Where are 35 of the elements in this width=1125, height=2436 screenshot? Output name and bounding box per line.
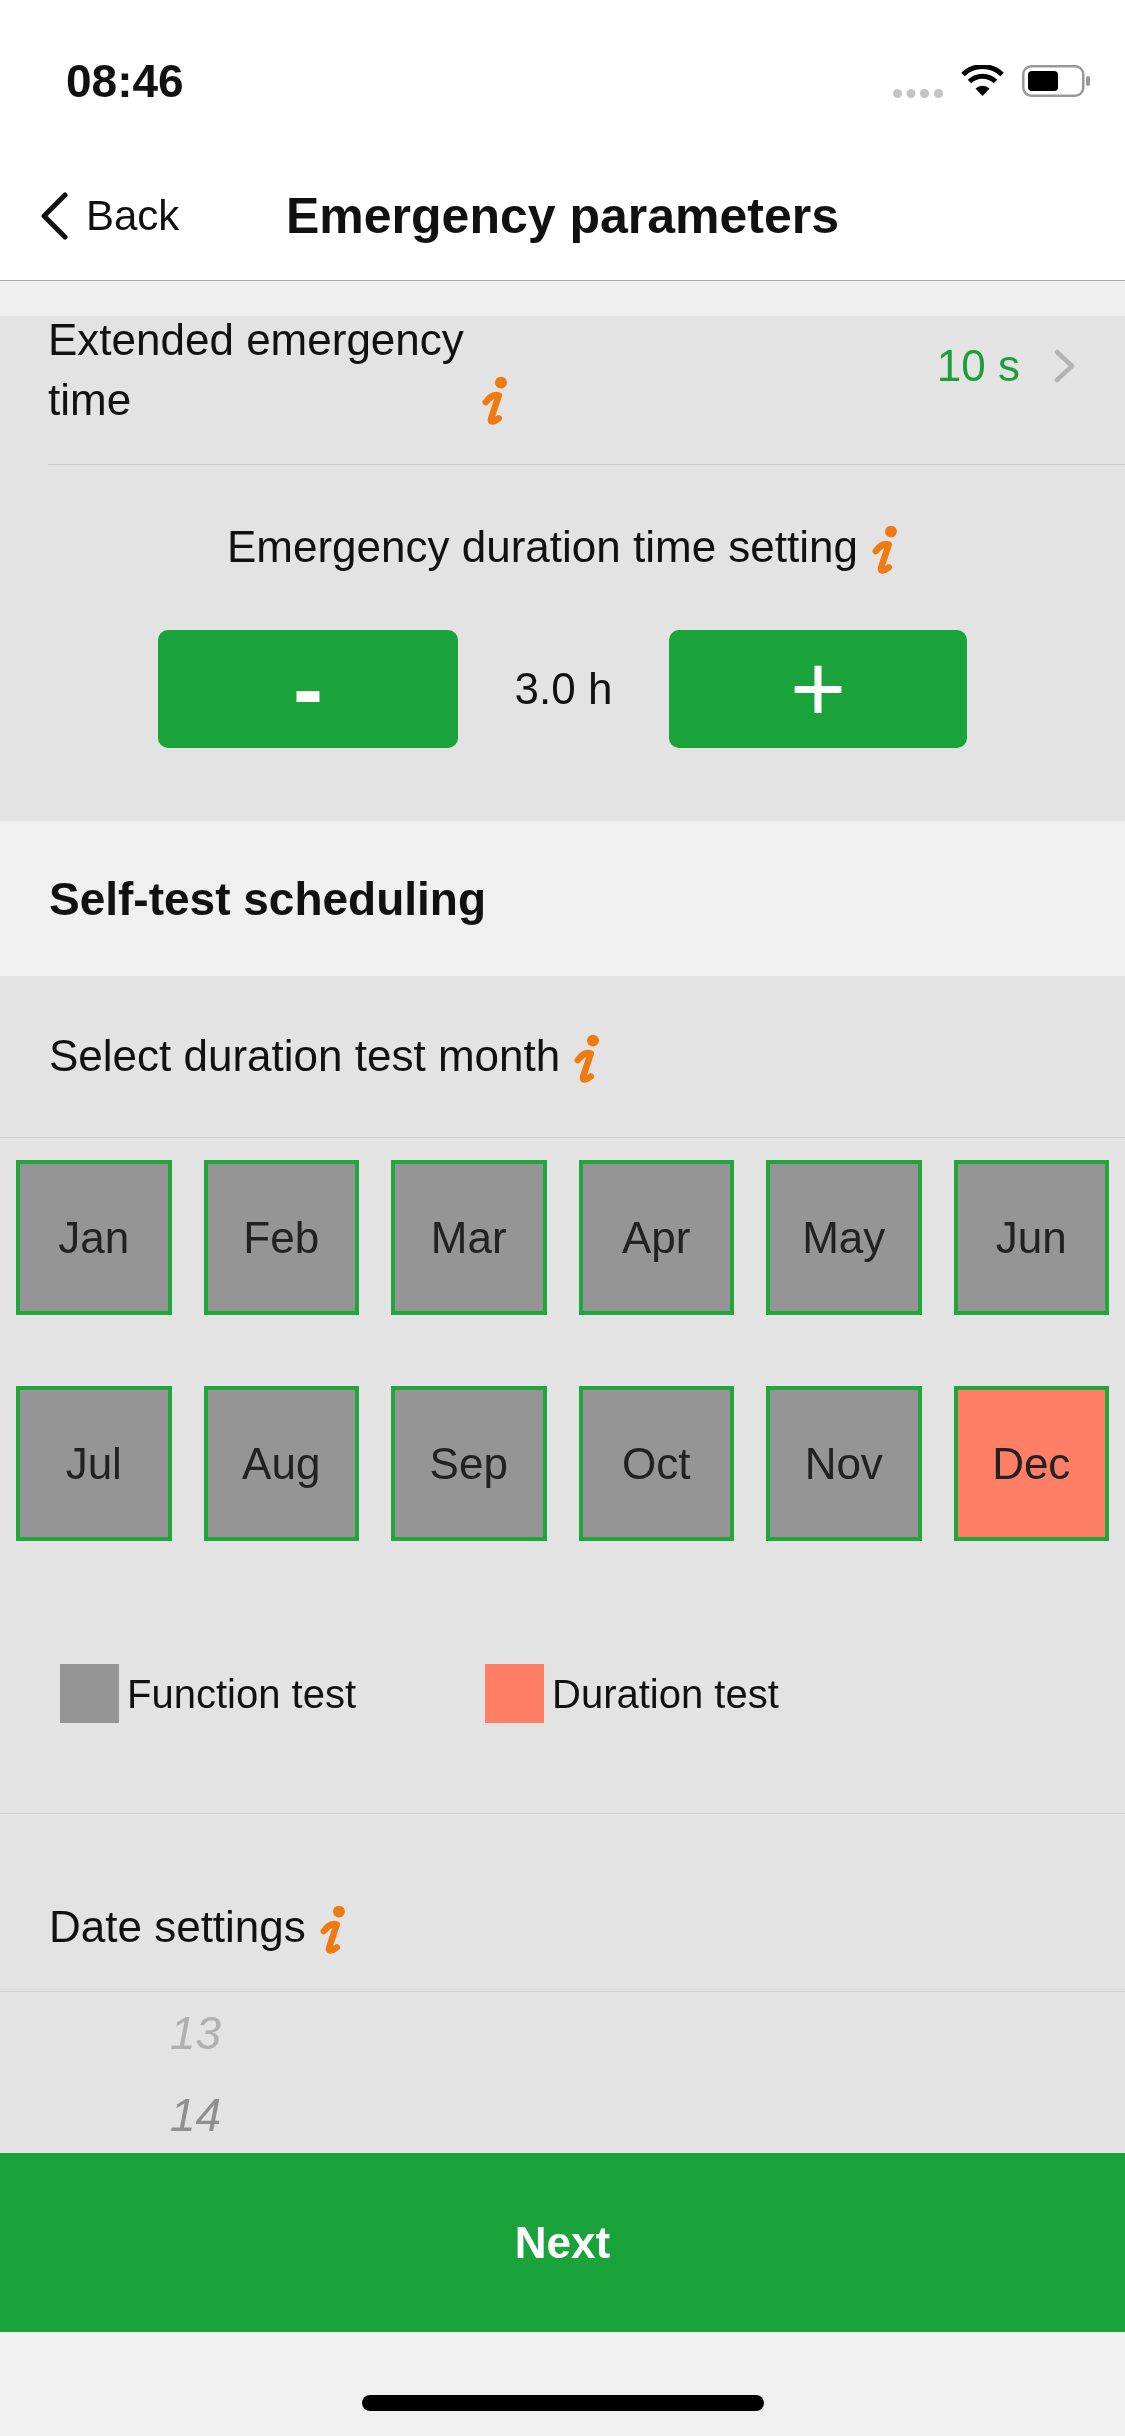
value-selector[interactable]: 10 s <box>936 344 1076 388</box>
duration-value: 3.0 h <box>513 667 614 712</box>
back-button[interactable]: Back <box>40 192 180 240</box>
legend-label: Function test <box>127 1673 356 1714</box>
battery-icon <box>1022 65 1090 97</box>
date-settings-label: Date settings <box>49 1902 306 1951</box>
screen-title: Emergency parameters <box>285 191 840 241</box>
month-tile[interactable]: Sep <box>391 1386 547 1541</box>
info-icon[interactable] <box>319 1905 346 1956</box>
month-tile[interactable]: Aug <box>203 1386 359 1541</box>
month-tile[interactable]: Oct <box>578 1386 734 1541</box>
month-tile[interactable]: Apr <box>578 1160 734 1315</box>
month-tile[interactable]: Dec <box>953 1386 1109 1541</box>
info-icon[interactable] <box>574 1034 601 1085</box>
month-tile[interactable]: Mar <box>391 1160 547 1315</box>
month-prompt-label: Select duration test month <box>49 1030 561 1080</box>
chevron-right-icon <box>1054 349 1076 383</box>
month-tile[interactable]: May <box>766 1160 922 1315</box>
month-tile[interactable]: Feb <box>203 1160 359 1315</box>
info-icon[interactable] <box>482 376 508 426</box>
next-button[interactable]: Next <box>0 2153 1125 2332</box>
setting-label: Emergency duration time setting <box>227 522 858 571</box>
chevron-left-icon <box>40 192 68 240</box>
setting-label: Extended emergency time <box>48 314 465 426</box>
decrease-button[interactable]: - <box>158 630 458 749</box>
status-time: 08:46 <box>66 58 184 104</box>
legend-label: Duration test <box>552 1673 779 1714</box>
month-tile[interactable]: Jul <box>16 1386 172 1541</box>
signal-dots-icon <box>893 88 943 98</box>
month-tile[interactable]: Jun <box>953 1160 1109 1315</box>
month-tile[interactable]: Jan <box>16 1160 172 1315</box>
increase-button[interactable]: + <box>669 630 967 749</box>
month-tile[interactable]: Nov <box>766 1386 922 1541</box>
info-icon[interactable] <box>872 525 898 576</box>
wifi-icon <box>961 65 1004 97</box>
